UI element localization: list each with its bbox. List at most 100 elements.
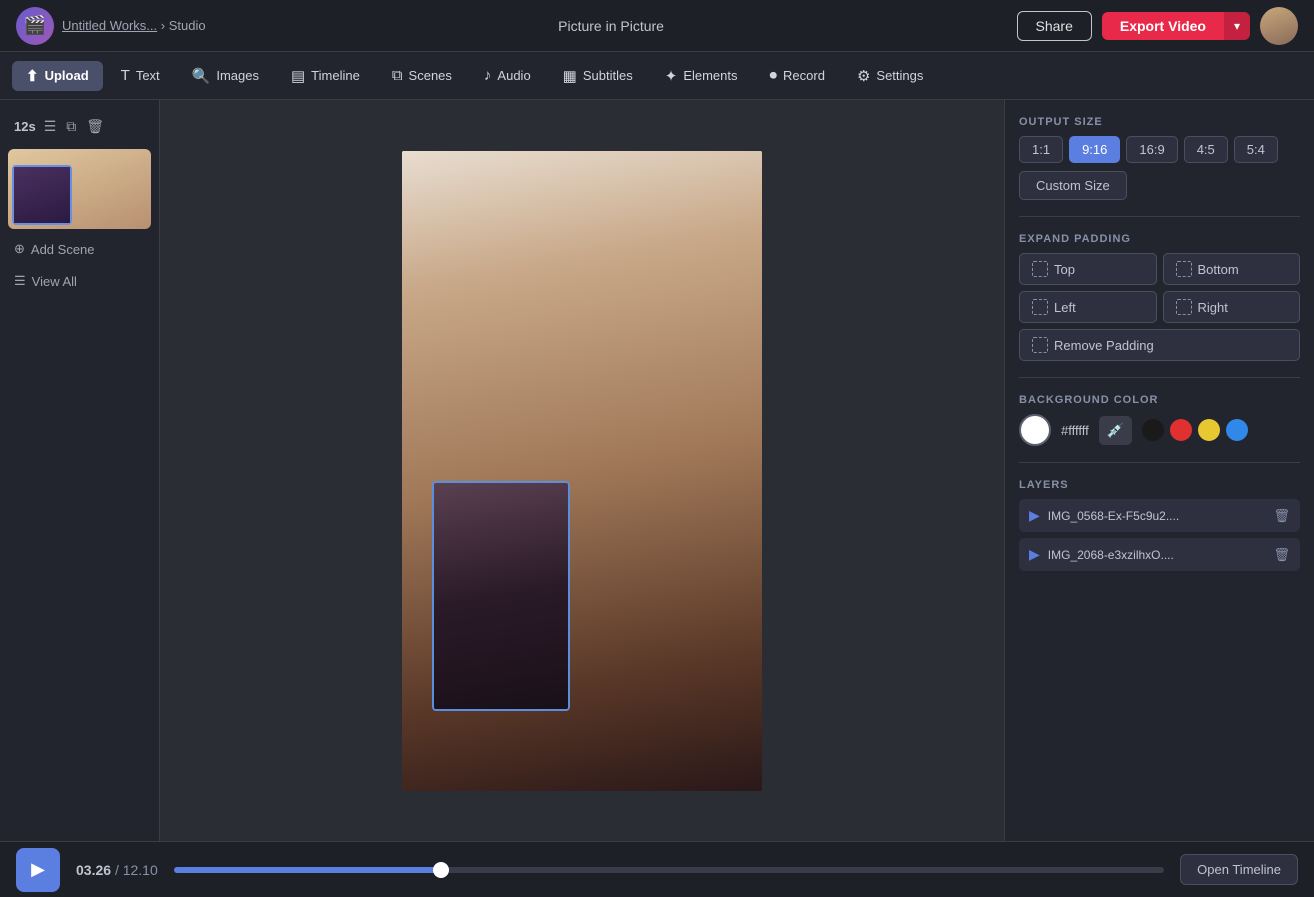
canvas-area: [160, 100, 1004, 841]
time-total: 12.10: [123, 862, 158, 878]
bg-color-row: #ffffff 💉: [1019, 414, 1300, 446]
add-scene-label: Add Scene: [31, 242, 95, 257]
pad-left-label: Left: [1054, 300, 1076, 315]
output-size-title: OUTPUT SIZE: [1019, 116, 1300, 128]
export-chevron-button[interactable]: ▾: [1224, 12, 1250, 40]
open-timeline-button[interactable]: Open Timeline: [1180, 854, 1298, 885]
divider-3: [1019, 462, 1300, 463]
left-sidebar: 12s ☰ ⧉ 🗑 ⊕ Add Scene ☰ View All: [0, 100, 160, 841]
pip-overlay[interactable]: [432, 481, 570, 711]
export-btn-wrap: Export Video ▾: [1102, 12, 1250, 40]
settings-icon: ⚙: [857, 67, 870, 85]
view-all-button[interactable]: ☰ View All: [8, 269, 151, 293]
layer-play-icon-2: ▶: [1029, 546, 1040, 563]
timeline-button[interactable]: ▤ Timeline: [277, 61, 374, 91]
logo-area: 🎬 Untitled Works... › Studio: [16, 7, 206, 45]
toolbar: ⬆ Upload T Text 🔍 Images ▤ Timeline ⧉ Sc…: [0, 52, 1314, 100]
delete-icon[interactable]: 🗑: [84, 116, 106, 137]
layer-delete-icon-2[interactable]: 🗑: [1273, 547, 1290, 563]
swatch-red[interactable]: [1170, 419, 1192, 441]
size-btn-4-5[interactable]: 4:5: [1184, 136, 1228, 163]
timeline-icon: ▤: [291, 67, 305, 85]
layer-delete-icon-1[interactable]: 🗑: [1273, 508, 1290, 524]
layer-play-icon-1: ▶: [1029, 507, 1040, 524]
audio-label: Audio: [497, 68, 530, 83]
swatch-yellow[interactable]: [1198, 419, 1220, 441]
expand-padding-section: EXPAND PADDING Top Bottom Left: [1019, 233, 1300, 361]
layers-section: LAYERS ▶ IMG_0568-Ex-F5c9u2.... 🗑 ▶ IMG_…: [1019, 479, 1300, 577]
pad-top-label: Top: [1054, 262, 1075, 277]
color-preview[interactable]: [1019, 414, 1051, 446]
scene-thumb-pip: [12, 165, 72, 225]
audio-icon: ♪: [484, 67, 492, 84]
timeline-track[interactable]: [174, 867, 1164, 873]
remove-padding-button[interactable]: Remove Padding: [1019, 329, 1300, 361]
upload-button[interactable]: ⬆ Upload: [12, 61, 103, 91]
copy-icon[interactable]: ⧉: [64, 116, 78, 137]
timeline-controls: 12s ☰ ⧉ 🗑: [8, 112, 151, 141]
pad-bottom-button[interactable]: Bottom: [1163, 253, 1301, 285]
right-panel: OUTPUT SIZE 1:1 9:16 16:9 4:5 5:4 Custom…: [1004, 100, 1314, 841]
divider-2: [1019, 377, 1300, 378]
eyedropper-button[interactable]: 💉: [1099, 416, 1132, 445]
timeline-thumb[interactable]: [433, 862, 449, 878]
export-video-button[interactable]: Export Video: [1102, 12, 1224, 40]
record-icon: ⏺: [770, 67, 778, 84]
pad-top-icon: [1032, 261, 1048, 277]
canvas-wrapper: [402, 151, 762, 791]
elements-button[interactable]: ✦ Elements: [651, 61, 752, 91]
breadcrumb-link[interactable]: Untitled Works...: [62, 18, 157, 33]
scene-thumbnail-1[interactable]: [8, 149, 151, 229]
pad-bottom-label: Bottom: [1198, 262, 1239, 277]
scenes-button[interactable]: ⧉ Scenes: [378, 61, 466, 90]
expand-padding-title: EXPAND PADDING: [1019, 233, 1300, 245]
layer-item-2[interactable]: ▶ IMG_2068-e3xzilhxO.... 🗑: [1019, 538, 1300, 571]
time-badge: 12s: [14, 119, 36, 134]
text-button[interactable]: T Text: [107, 61, 174, 90]
add-scene-button[interactable]: ⊕ Add Scene: [8, 237, 151, 261]
remove-padding-label: Remove Padding: [1054, 338, 1154, 353]
size-btn-5-4[interactable]: 5:4: [1234, 136, 1278, 163]
record-button[interactable]: ⏺ Record: [756, 61, 839, 90]
subtitles-button[interactable]: ▦ Subtitles: [549, 61, 647, 91]
time-current: 03.26: [76, 862, 111, 878]
main-canvas[interactable]: [402, 151, 762, 791]
size-btn-1-1[interactable]: 1:1: [1019, 136, 1063, 163]
subtitles-icon: ▦: [563, 67, 577, 85]
images-label: Images: [216, 68, 259, 83]
scenes-label: Scenes: [409, 68, 452, 83]
size-btn-16-9[interactable]: 16:9: [1126, 136, 1177, 163]
divider-1: [1019, 216, 1300, 217]
subtitles-label: Subtitles: [583, 68, 633, 83]
custom-size-button[interactable]: Custom Size: [1019, 171, 1127, 200]
text-icon: T: [121, 67, 130, 84]
padding-row-1: Top Bottom: [1019, 253, 1300, 285]
elements-label: Elements: [683, 68, 737, 83]
padding-buttons: Top Bottom Left Right: [1019, 253, 1300, 361]
share-button[interactable]: Share: [1017, 11, 1092, 41]
pad-top-button[interactable]: Top: [1019, 253, 1157, 285]
avatar[interactable]: [1260, 7, 1298, 45]
color-swatches: [1142, 419, 1248, 441]
pad-left-button[interactable]: Left: [1019, 291, 1157, 323]
view-all-label: View All: [32, 274, 77, 289]
settings-button[interactable]: ⚙ Settings: [843, 61, 937, 91]
layer-item-1[interactable]: ▶ IMG_0568-Ex-F5c9u2.... 🗑: [1019, 499, 1300, 532]
add-scene-icon: ⊕: [14, 241, 25, 257]
pad-bottom-icon: [1176, 261, 1192, 277]
layer-name-2: IMG_2068-e3xzilhxO....: [1048, 548, 1266, 562]
main-content: 12s ☰ ⧉ 🗑 ⊕ Add Scene ☰ View All: [0, 100, 1314, 841]
audio-button[interactable]: ♪ Audio: [470, 61, 545, 90]
play-button[interactable]: ▶: [16, 848, 60, 892]
images-button[interactable]: 🔍 Images: [178, 61, 273, 91]
timeline-label: Timeline: [311, 68, 360, 83]
list-icon[interactable]: ☰: [42, 116, 59, 137]
size-btn-9-16[interactable]: 9:16: [1069, 136, 1120, 163]
swatch-blue[interactable]: [1226, 419, 1248, 441]
time-display: 03.26 / 12.10: [76, 862, 158, 878]
page-title: Picture in Picture: [218, 18, 1005, 34]
record-label: Record: [783, 68, 825, 83]
size-buttons: 1:1 9:16 16:9 4:5 5:4: [1019, 136, 1300, 163]
pad-right-button[interactable]: Right: [1163, 291, 1301, 323]
swatch-black[interactable]: [1142, 419, 1164, 441]
